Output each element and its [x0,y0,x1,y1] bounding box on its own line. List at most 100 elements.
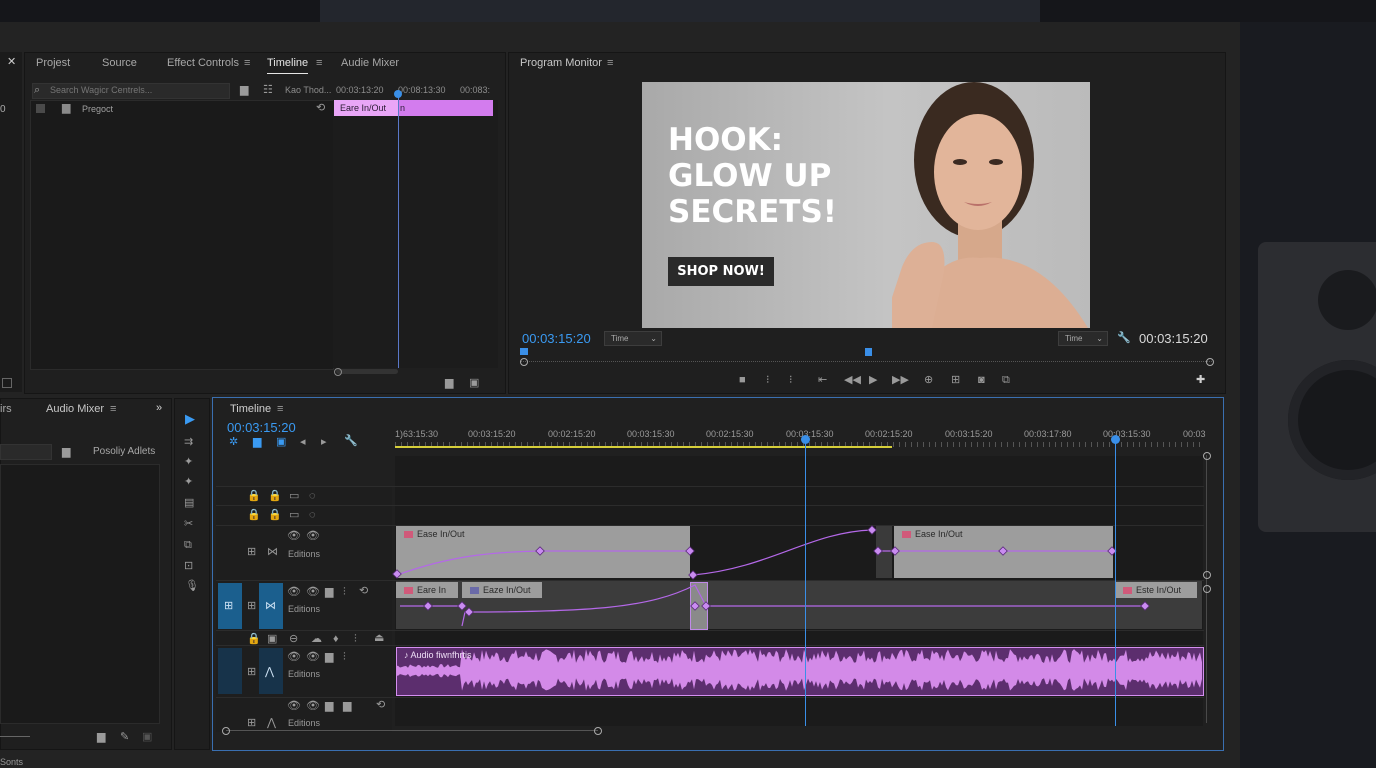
lock-icon[interactable]: 🔒 [247,490,261,502]
eye-icon[interactable]: 👁 [287,586,301,598]
monitor-playhead[interactable] [865,348,872,356]
search-input[interactable] [50,84,220,96]
selection-tool-icon[interactable]: ▶ [185,412,195,425]
tab-project[interactable]: Projest [36,53,70,73]
camera-icon[interactable]: ▆ [343,700,351,712]
filter-icon[interactable]: ☷ [263,84,273,96]
timeline-timecode[interactable]: 00:03:15:20 [227,420,296,435]
mic-icon[interactable]: ⫶ [354,633,357,645]
folder-icon[interactable]: ▆ [325,700,333,712]
source-patch-a1[interactable] [218,648,242,694]
bin-label[interactable]: Posoliy Adlets [93,446,155,457]
target-icon[interactable]: ⋀ [267,717,276,729]
pen-tool-icon[interactable]: ⊡ [184,560,193,572]
program-timecode[interactable]: 00:03:15:20 [522,331,591,346]
prev-edit-icon[interactable]: ◂ [300,436,306,448]
eye-icon[interactable]: 👁 [306,586,320,598]
upload-icon[interactable]: ⏏ [374,632,384,644]
effect-controls-menu-icon[interactable]: ≡ [244,57,250,69]
horizontal-scrollbar[interactable] [226,730,598,731]
ripple-edit-tool-icon[interactable]: ✦ [184,456,193,468]
step-forward-icon[interactable]: ▶▶ [892,374,909,386]
expand-panels-icon[interactable]: » [156,402,162,414]
play-icon[interactable]: ▶ [869,374,877,386]
tree-item-label[interactable]: Pregoct [82,104,113,114]
eye-icon[interactable]: 👁 [306,651,320,663]
timeline-settings-icon[interactable]: 🔧 [344,435,358,447]
folder-icon[interactable]: ▆ [325,651,333,663]
hscroll-handle[interactable] [222,727,230,735]
new-bin-icon[interactable]: ▆ [97,731,105,743]
camera-icon[interactable]: ▆ [325,586,333,598]
eye-icon[interactable]: 👁 [306,530,320,542]
eye-icon[interactable]: 👁 [287,700,301,712]
checkbox[interactable] [36,104,45,113]
vscroll-handle[interactable] [1203,585,1211,593]
lock-icon[interactable]: 🔒 [268,509,282,521]
eye-icon[interactable]: 👁 [287,651,301,663]
comment-icon[interactable]: ◌ [309,509,316,521]
bin-search[interactable] [0,444,52,460]
zoom-slider[interactable] [0,736,30,737]
quality-select[interactable]: Time ⌄ [1058,331,1108,346]
razor-tool-icon[interactable]: ✂ [184,518,193,530]
compare-icon[interactable]: ⧉ [1002,374,1010,386]
target-icon[interactable]: ⋈ [267,546,278,558]
tab-effect-controls[interactable]: Effect Controls [167,53,239,73]
new-bin-icon[interactable]: ▆ [445,377,453,389]
vscroll-handle[interactable] [1203,452,1211,460]
type-tool-icon[interactable]: 🎙 [185,580,199,592]
rolling-edit-tool-icon[interactable]: ✦ [184,476,193,488]
scrub-start-handle[interactable] [520,358,528,366]
mark-out-icon[interactable]: ⁝ [789,374,793,386]
timeline-playhead[interactable] [805,438,806,726]
sync-lock-icon[interactable]: ⊞ [247,666,256,678]
tab-audio-mixer[interactable]: Audie Mixer [341,53,399,73]
reset-icon[interactable]: ⟲ [376,699,385,711]
go-to-in-icon[interactable]: ⇤ [818,374,827,386]
tab-partial[interactable]: irs [0,403,12,415]
eye-icon[interactable]: 👁 [287,530,301,542]
wrench-icon[interactable]: 🔧 [1117,332,1131,344]
overwrite-icon[interactable]: ⊞ [951,374,960,386]
tab-timeline[interactable]: Timeline [267,53,309,74]
out-point-handle[interactable] [1111,435,1120,444]
slip-tool-icon[interactable]: ⧉ [184,539,192,551]
lock-icon[interactable]: 🔒 [268,490,282,502]
rate-stretch-tool-icon[interactable]: ▤ [184,497,194,509]
tab-source[interactable]: Source [102,53,137,73]
folder-icon[interactable]: ▆ [62,446,70,458]
folder-icon[interactable]: ▭ [289,490,299,502]
lock-icon[interactable]: 🔒 [247,633,261,645]
pin-icon[interactable]: ♦ [333,633,339,645]
comment-icon[interactable]: ◌ [309,490,316,502]
sync-lock-icon[interactable]: ⊞ [247,600,256,612]
next-edit-icon[interactable]: ▸ [321,436,327,448]
film-icon[interactable]: ▣ [267,633,277,645]
timeline-playhead-handle[interactable] [801,435,810,444]
export-frame-icon[interactable]: ◙ [978,374,985,386]
effect-playhead-handle[interactable] [394,90,402,98]
audio-mixer-menu-icon[interactable]: ≡ [110,403,116,415]
in-point-marker[interactable] [520,348,528,355]
step-back-icon[interactable]: ◀◀ [844,374,861,386]
mic-icon[interactable]: ⫶ [343,586,346,598]
insert-icon[interactable]: ⊕ [924,374,933,386]
add-button-icon[interactable]: ✚ [1196,374,1205,386]
timeline-menu-icon[interactable]: ≡ [316,57,322,69]
vscroll-handle[interactable] [1203,571,1211,579]
stop-icon[interactable]: ■ [739,374,746,386]
new-item-icon[interactable]: ✎ [120,731,129,743]
effect-playhead[interactable] [398,92,399,368]
scrub-end-handle[interactable] [1206,358,1214,366]
effect-scrollbar-handle[interactable] [334,368,342,376]
trash-icon[interactable]: ▣ [142,731,152,743]
snap-icon[interactable]: ▆ [253,436,261,448]
out-point-line[interactable] [1115,438,1116,726]
reset-icon[interactable]: ⟲ [359,585,368,597]
hscroll-handle[interactable] [594,727,602,735]
fit-select[interactable]: Time ⌄ [604,331,662,346]
tab-audio-mixer-bottom[interactable]: Audio Mixer [46,403,104,415]
close-icon[interactable]: ✕ [7,56,16,68]
linked-selection-icon[interactable]: ▣ [276,436,286,448]
